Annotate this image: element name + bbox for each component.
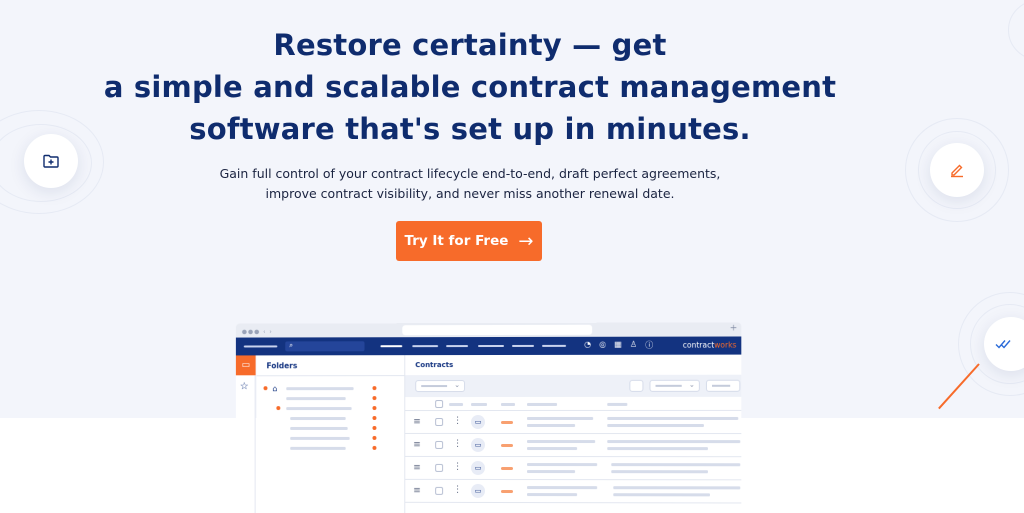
status-tag (500, 490, 513, 494)
status-tag (500, 420, 513, 425)
filter-dropdown: ⌄ (649, 379, 700, 392)
folders-panel: Folders ⌂ (256, 355, 406, 513)
window-controls: ●●● ‹ › (241, 328, 273, 336)
row-checkbox (435, 418, 444, 426)
app-left-rail: ▭ ☆ (235, 355, 256, 513)
row-checkbox (435, 440, 444, 449)
app-search-field: ⌕ (285, 341, 365, 352)
headline-line-1: Restore certainty — get (273, 28, 667, 62)
headline-line-3: software that's set up in minutes. (189, 112, 751, 146)
header-cell (471, 403, 488, 407)
filter-dropdown: ⌄ (415, 380, 466, 393)
header-cell (607, 402, 628, 406)
nav-placeholder (243, 345, 278, 348)
folder-icon: ▭ (471, 460, 486, 475)
try-it-free-button[interactable]: Try It for Free → (396, 221, 542, 261)
tree-bullet (372, 445, 377, 450)
select-all-checkbox (435, 400, 444, 409)
status-tag (500, 467, 513, 471)
tree-item (290, 426, 348, 430)
brand-logo: contractworks (682, 340, 737, 350)
tree-item (286, 407, 352, 411)
cta-label: Try It for Free (404, 233, 509, 249)
kebab-icon: ⋮ (453, 461, 463, 472)
table-row (405, 503, 741, 513)
folder-icon: ▭ (471, 437, 486, 452)
tree-bullet (263, 386, 268, 391)
tree-bullet (372, 416, 377, 421)
filter-bar: ⌄ ⌄ (405, 374, 742, 398)
contracts-panel: Contracts ⌄ ⌄ ≡ ⋮ ▭ ≡ ⋮ ▭ ≡ ⋮ ▭ ≡ ⋮ ▭ (405, 354, 742, 513)
folder-icon: ▭ (471, 483, 486, 498)
tree-item (290, 436, 350, 440)
tree-item (286, 387, 354, 391)
table-row: ≡ ⋮ ▭ (405, 456, 742, 481)
new-tab-icon: + (729, 323, 738, 334)
header-cell (449, 403, 464, 407)
folder-icon: ▭ (471, 415, 486, 429)
tree-item (286, 397, 346, 401)
nav-icon-group: ◔ ◎ ▦ ♙ ⓘ (584, 340, 653, 351)
nav-placeholder (511, 344, 535, 347)
nav-placeholder (478, 344, 504, 348)
table-row: ≡ ⋮ ▭ (405, 479, 742, 504)
drag-handle-icon: ≡ (413, 417, 421, 427)
view-toggle (629, 379, 644, 392)
star-icon: ☆ (239, 381, 249, 393)
chart-icon: ◔ (584, 339, 592, 349)
contracts-title: Contracts (415, 361, 454, 370)
hero-headline: Restore certainty — get a simple and sca… (0, 24, 940, 150)
pencil-icon (930, 143, 984, 197)
table-header (405, 396, 742, 412)
row-checkbox (435, 463, 444, 472)
divider (256, 375, 406, 377)
nav-placeholder (446, 345, 469, 348)
home-icon: ⌂ (272, 384, 278, 394)
app-preview: ●●● ‹ › + ⌕ ◔ ◎ ▦ ♙ ⓘ contractworks ▭ ☆ … (226, 322, 774, 513)
tree-bullet (372, 386, 377, 391)
tree-item (290, 417, 346, 421)
tree-bullet (372, 396, 377, 401)
nav-placeholder (412, 345, 439, 348)
header-cell (527, 402, 558, 406)
tree-bullet (372, 425, 377, 430)
header-cell (500, 402, 515, 406)
tree-bullet (276, 406, 281, 411)
drag-handle-icon: ≡ (413, 462, 421, 473)
row-checkbox (435, 486, 444, 495)
hero-subtext: Gain full control of your contract lifec… (0, 164, 940, 204)
status-tag (500, 444, 513, 448)
subtext-line-1: Gain full control of your contract lifec… (219, 166, 721, 181)
folders-title: Folders (266, 361, 298, 371)
url-bar (402, 324, 593, 336)
tree-item (290, 446, 346, 450)
help-icon: ⓘ (645, 340, 654, 350)
arrow-right-icon: → (518, 230, 534, 252)
drag-handle-icon: ≡ (413, 485, 421, 496)
settings-icon: ◎ (599, 339, 607, 349)
tree-bullet (372, 406, 377, 411)
filter-dropdown (705, 379, 741, 392)
kebab-icon: ⋮ (453, 484, 463, 495)
subtext-line-2: improve contract visibility, and never m… (265, 186, 675, 201)
grid-icon: ▦ (614, 339, 622, 349)
nav-placeholder (542, 344, 567, 347)
folder-plus-icon (24, 134, 78, 188)
tree-bullet (372, 435, 377, 440)
kebab-icon: ⋮ (453, 416, 463, 426)
folder-icon: ▭ (235, 355, 256, 376)
user-icon: ♙ (629, 339, 638, 349)
table-row: ≡ ⋮ ▭ (405, 410, 742, 435)
drag-handle-icon: ≡ (413, 439, 421, 450)
kebab-icon: ⋮ (453, 438, 463, 449)
headline-line-2: a simple and scalable contract managemen… (103, 70, 837, 104)
nav-placeholder (380, 345, 403, 348)
app-navbar: ⌕ ◔ ◎ ▦ ♙ ⓘ contractworks (235, 336, 742, 356)
search-icon: ⌕ (289, 341, 294, 350)
table-row: ≡ ⋮ ▭ (405, 433, 742, 458)
browser-toolbar: ●●● ‹ › + (235, 322, 742, 338)
